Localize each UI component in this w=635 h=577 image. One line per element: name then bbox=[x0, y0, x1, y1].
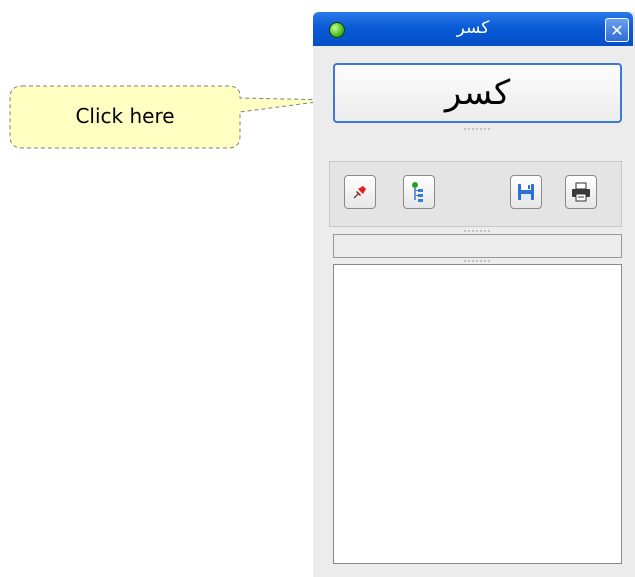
splitter-grip[interactable] bbox=[463, 230, 491, 232]
splitter-grip[interactable] bbox=[463, 260, 491, 262]
status-bar bbox=[333, 234, 622, 258]
close-button[interactable]: ✕ bbox=[605, 18, 629, 42]
pin-icon bbox=[353, 186, 366, 199]
toolbar-panel bbox=[329, 161, 622, 227]
window-title: کسر bbox=[456, 18, 490, 38]
main-action-button[interactable]: کسر bbox=[333, 63, 622, 123]
tree-button[interactable] bbox=[403, 175, 435, 209]
title-bar[interactable]: کسر ✕ bbox=[313, 12, 633, 46]
save-button[interactable] bbox=[510, 175, 542, 209]
print-button[interactable] bbox=[565, 175, 597, 209]
save-icon bbox=[518, 184, 534, 200]
tree-icon bbox=[412, 182, 423, 202]
pin-button[interactable] bbox=[344, 175, 376, 209]
print-icon bbox=[572, 182, 590, 202]
status-light-icon bbox=[329, 22, 345, 38]
content-area[interactable] bbox=[333, 264, 622, 564]
app-window: کسر ✕ کسر bbox=[313, 12, 635, 577]
callout-text: Click here bbox=[75, 104, 175, 128]
callout: Click here bbox=[0, 0, 330, 160]
splitter-grip[interactable] bbox=[463, 128, 491, 130]
